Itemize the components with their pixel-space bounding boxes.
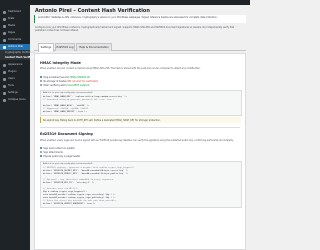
page-title: Antonio Pirei – Content Hash Verificatio… [35, 8, 150, 14]
sidebar-item-plugins[interactable]: Plugins [0, 69, 30, 75]
hmac-description: When enabled, all post content is hashed… [40, 67, 201, 70]
ed25519-code-block: Add this to your wp-config.php (recommen… [40, 161, 242, 208]
ed25519-option-1[interactable]: Sign attachments [40, 151, 63, 154]
code-line: // Generated using wp_generate_password(… [43, 99, 115, 101]
sidebar-item-media[interactable]: Media [0, 23, 30, 29]
warning-text: No explicit key. Falling back to AUTH_KE… [43, 118, 161, 122]
sidebar-item-posts[interactable]: Posts [0, 16, 30, 22]
sidebar-item-collapse-menu[interactable]: Collapse menu [0, 97, 30, 103]
hmac-code-block: Add this to your wp-config.php (recommen… [40, 90, 242, 116]
admin-sidebar: Dashboard Posts Media Pages Comments Antonio … [0, 5, 38, 250]
sidebar-item-pages[interactable]: Pages [0, 30, 30, 36]
tab-bar: Settings Ed25519 Log Help & Documentatio… [34, 42, 246, 52]
sidebar-item-label: Tools [8, 84, 14, 87]
status-warn: Will not work for verification [67, 80, 99, 83]
sidebar-item-label: Posts [8, 17, 15, 20]
shield-icon [3, 45, 6, 49]
sidebar-item-users[interactable]: Users [0, 76, 30, 82]
page-icon [3, 31, 6, 35]
status-ok: Uses REST endpoint [67, 84, 90, 87]
code-line: define( 'ED25519_KEY_ID', 'site-key-1' )… [43, 182, 95, 184]
collapse-icon [3, 98, 6, 102]
code-line: define( 'HMAC_HASH_VERIFY', true ); [43, 111, 87, 113]
hmac-heading: HMAC Integrity Mode [40, 61, 81, 65]
pin-icon [3, 17, 6, 21]
hmac-option-0[interactable]: Plug-in-hashed (secure) HMAC-SHA256 OK [40, 76, 90, 79]
sidebar-item-label: Settings [8, 91, 18, 94]
sidebar-item-label: Appearance [8, 63, 23, 66]
notice-text: Automattic: Websites & APIs, reference, … [38, 16, 218, 19]
sidebar-item-label: Media [8, 24, 16, 27]
sidebar-item-label: Plugins [8, 70, 17, 73]
settings-icon [3, 91, 6, 95]
section-divider [40, 127, 240, 128]
sidebar-item-label: Dashboard [8, 10, 21, 13]
wrench-icon [3, 84, 6, 88]
page-intro: Configure how your WordPress content is … [35, 26, 235, 32]
sidebar-item-label: Collapse menu [8, 98, 26, 101]
user-icon [3, 77, 6, 81]
submenu-item[interactable]: Content Hash Verification [0, 55, 38, 60]
code-caption: Add this to your wp-config.php (recommen… [43, 163, 94, 165]
ed25519-description: When enabled, every page and post is sig… [40, 139, 234, 142]
sidebar-item-appearance[interactable]: Appearance [0, 62, 30, 68]
code-line: define( 'ED25519_PUBLIC_KEY', 'base64-en… [43, 173, 129, 175]
ed25519-option-2[interactable]: Expose public key in page header [40, 155, 80, 158]
sidebar-item-settings[interactable]: Settings [0, 90, 30, 96]
sidebar-item-label: Users [8, 77, 15, 80]
sidebar-item-label: Pages [8, 31, 16, 34]
media-icon [3, 24, 6, 28]
success-notice: Automattic: Websites & APIs, reference, … [34, 15, 246, 23]
hmac-option-2[interactable]: Hash verified (public) Uses REST endpoin… [40, 84, 90, 87]
sidebar-item-dashboard[interactable]: Dashboard [0, 9, 30, 15]
settings-panel: HMAC Integrity Mode When enabled, all po… [34, 53, 246, 250]
comment-icon [3, 38, 6, 42]
dashboard-icon [3, 10, 6, 14]
status-ok: HMAC-SHA256 OK [70, 76, 90, 79]
plugin-icon [3, 70, 6, 74]
ed25519-option-0[interactable]: Sign post content on publish [40, 147, 75, 150]
tab-help-documentation[interactable]: Help & Documentation [76, 43, 112, 51]
brush-icon [3, 63, 6, 67]
admin-bar [0, 0, 250, 5]
sidebar-item-comments[interactable]: Comments [0, 37, 30, 43]
code-caption: Add this to your wp-config.php (recommen… [43, 92, 94, 94]
warning-notice: No explicit key. Falling back to AUTH_KE… [40, 117, 241, 123]
ed25519-heading: Ed25519 Document Signing [40, 132, 93, 136]
sidebar-item-tools[interactable]: Tools [0, 83, 30, 89]
code-line: define( 'ED25519_VERIFY_ENDPOINT', true … [43, 203, 96, 205]
hmac-option-1[interactable]: No storage of hashes Will not work for v… [40, 80, 98, 83]
tab-settings[interactable]: Settings [38, 43, 54, 52]
tab-ed25519-log[interactable]: Ed25519 Log [55, 43, 75, 51]
sidebar-item-label: Comments [8, 38, 21, 41]
